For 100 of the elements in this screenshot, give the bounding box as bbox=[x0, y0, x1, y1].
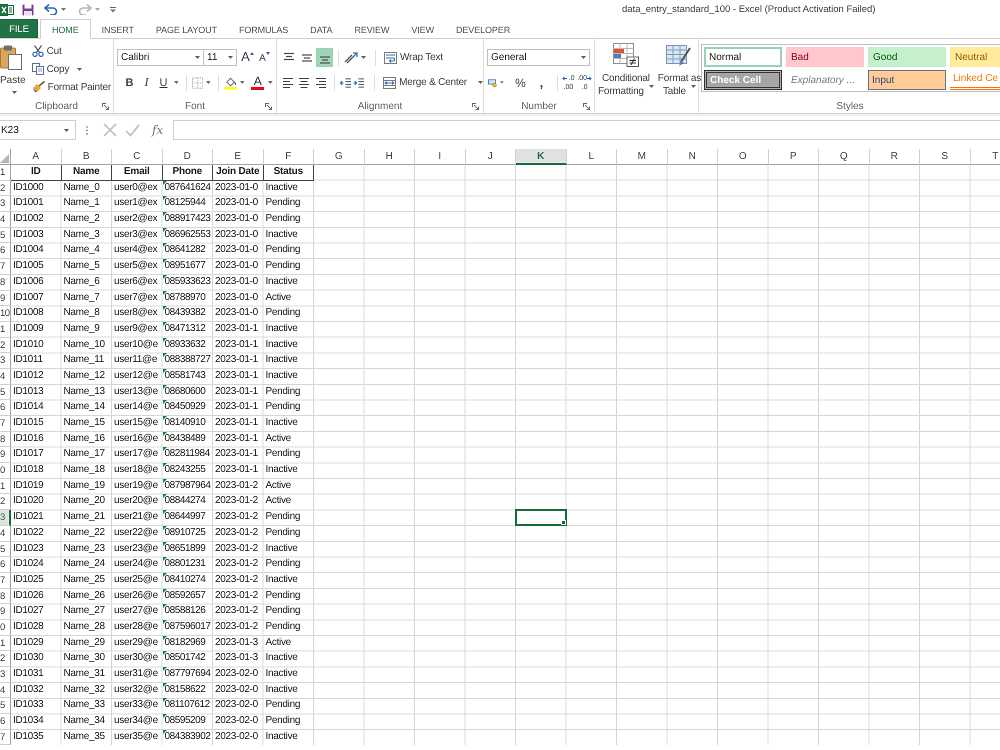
ribbon-tab[interactable]: PAGE LAYOUT bbox=[144, 19, 228, 39]
row-number[interactable]: 0 bbox=[0, 463, 11, 479]
shrink-font-button[interactable]: A bbox=[256, 48, 273, 66]
row-number[interactable]: 8 bbox=[0, 274, 11, 290]
column-header[interactable]: N bbox=[668, 149, 718, 165]
bold-button[interactable]: B bbox=[121, 74, 138, 92]
row-number[interactable]: 8 bbox=[0, 588, 11, 604]
dialog-launcher-icon[interactable] bbox=[265, 102, 272, 110]
row-number[interactable]: 1 bbox=[0, 636, 11, 652]
caret-icon[interactable] bbox=[268, 81, 273, 84]
wrap-text-button[interactable]: Wrap Text bbox=[384, 48, 443, 66]
ribbon-tab[interactable]: DEVELOPER bbox=[444, 19, 522, 39]
column-header[interactable]: M bbox=[617, 149, 668, 165]
dialog-launcher-icon[interactable] bbox=[583, 102, 590, 110]
conditional-formatting-button[interactable]: Conditional Formatting bbox=[598, 43, 654, 99]
caret-icon[interactable] bbox=[61, 8, 66, 11]
copy-button[interactable]: Copy bbox=[30, 60, 113, 78]
row-number[interactable]: 5 bbox=[0, 698, 11, 714]
cell-style-option[interactable]: Good bbox=[868, 47, 946, 67]
row-number[interactable]: 4 bbox=[0, 682, 11, 698]
row-number[interactable]: 1 bbox=[0, 322, 11, 338]
caret-icon[interactable] bbox=[64, 128, 69, 132]
caret-icon[interactable] bbox=[12, 91, 17, 94]
column-header[interactable]: P bbox=[768, 149, 819, 165]
row-number[interactable]: 6 bbox=[0, 557, 11, 573]
row-number[interactable]: 5 bbox=[0, 542, 11, 558]
row-number[interactable]: 6 bbox=[0, 243, 11, 260]
column-header[interactable]: I bbox=[415, 149, 466, 165]
row-number[interactable]: 2 bbox=[0, 338, 11, 354]
check-icon[interactable] bbox=[125, 124, 140, 136]
dialog-launcher-icon[interactable] bbox=[472, 102, 479, 110]
column-header[interactable]: T bbox=[970, 149, 1000, 165]
ribbon-tab[interactable]: FORMULAS bbox=[228, 19, 300, 39]
column-header[interactable]: Q bbox=[819, 149, 870, 165]
row-number[interactable]: 8 bbox=[0, 432, 11, 448]
indent-icon[interactable] bbox=[353, 76, 366, 88]
ribbon-tab[interactable]: INSERT bbox=[90, 19, 145, 39]
row-number[interactable]: 9 bbox=[0, 604, 11, 620]
grow-font-button[interactable]: A bbox=[239, 48, 256, 66]
row-number[interactable]: 10 bbox=[0, 306, 11, 322]
file-menu-button[interactable]: FILE bbox=[0, 19, 38, 38]
caret-icon[interactable] bbox=[228, 56, 233, 59]
caret-icon[interactable] bbox=[174, 81, 179, 84]
row-number[interactable]: 7 bbox=[0, 416, 11, 432]
borders-icon[interactable] bbox=[192, 76, 203, 88]
paint-bucket-icon[interactable] bbox=[224, 76, 237, 90]
row-number[interactable]: 3 bbox=[0, 510, 11, 526]
bottom-align-button[interactable] bbox=[316, 48, 333, 67]
paste-button[interactable]: Paste bbox=[0, 42, 28, 100]
cell-style-option[interactable]: Bad bbox=[786, 47, 864, 67]
font-name-dropdown[interactable]: Calibri bbox=[117, 49, 204, 66]
font-size-dropdown[interactable]: 11 bbox=[204, 49, 237, 66]
format-painter-button[interactable]: Format Painter bbox=[30, 78, 113, 96]
ribbon-tab[interactable]: HOME bbox=[40, 19, 91, 39]
row-number[interactable]: 7 bbox=[0, 572, 11, 589]
name-box[interactable]: K23 bbox=[0, 120, 76, 140]
selected-cell[interactable] bbox=[515, 509, 566, 526]
row-number[interactable]: 2 bbox=[0, 494, 11, 510]
column-header[interactable]: G bbox=[314, 149, 364, 165]
comma-style-button[interactable]: , bbox=[532, 74, 550, 92]
row-number[interactable]: 1 bbox=[0, 165, 11, 181]
undo-icon[interactable] bbox=[44, 4, 58, 15]
format-as-table-button[interactable]: Format as Table bbox=[658, 43, 702, 99]
row-number[interactable]: 3 bbox=[0, 196, 11, 212]
italic-button[interactable]: I bbox=[138, 74, 155, 92]
row-number[interactable]: 4 bbox=[0, 526, 11, 542]
column-header[interactable]: R bbox=[870, 149, 920, 165]
save-icon[interactable] bbox=[22, 4, 34, 16]
number-format-dropdown[interactable]: General bbox=[487, 49, 590, 66]
column-header[interactable]: L bbox=[566, 149, 617, 165]
row-number[interactable]: 6 bbox=[0, 400, 11, 416]
caret-icon[interactable] bbox=[478, 81, 483, 84]
banknote-coins-icon[interactable] bbox=[488, 76, 498, 88]
cut-button[interactable]: Cut bbox=[30, 42, 113, 60]
dialog-launcher-icon[interactable] bbox=[102, 102, 109, 110]
caret-icon[interactable] bbox=[648, 85, 654, 88]
cell-style-option[interactable]: Normal bbox=[704, 47, 782, 67]
row-number[interactable]: 5 bbox=[0, 384, 11, 400]
row-number[interactable]: 5 bbox=[0, 228, 11, 244]
outdent-icon[interactable] bbox=[340, 76, 352, 88]
caret-icon[interactable] bbox=[240, 81, 244, 84]
column-header[interactable]: H bbox=[364, 149, 415, 165]
row-number[interactable]: 6 bbox=[0, 714, 11, 730]
caret-icon[interactable] bbox=[581, 56, 586, 59]
formula-input[interactable] bbox=[173, 120, 1000, 140]
row-number[interactable]: 7 bbox=[0, 730, 11, 746]
row-number[interactable]: 2 bbox=[0, 180, 11, 196]
ribbon-tab[interactable]: DATA bbox=[299, 19, 344, 39]
caret-icon[interactable] bbox=[690, 85, 696, 88]
caret-icon[interactable] bbox=[195, 56, 200, 59]
caret-icon[interactable] bbox=[77, 68, 82, 70]
diagonal-arrow-icon[interactable] bbox=[344, 52, 358, 64]
row-number[interactable]: 4 bbox=[0, 368, 11, 385]
row-number[interactable]: 1 bbox=[0, 478, 11, 494]
row-number[interactable]: 2 bbox=[0, 651, 11, 667]
underline-button[interactable]: U bbox=[155, 74, 172, 92]
merge-center-button[interactable]: Merge & Center bbox=[383, 74, 483, 92]
row-number[interactable]: 7 bbox=[0, 259, 11, 275]
row-number[interactable]: 9 bbox=[0, 447, 11, 464]
row-number[interactable]: 3 bbox=[0, 353, 11, 369]
